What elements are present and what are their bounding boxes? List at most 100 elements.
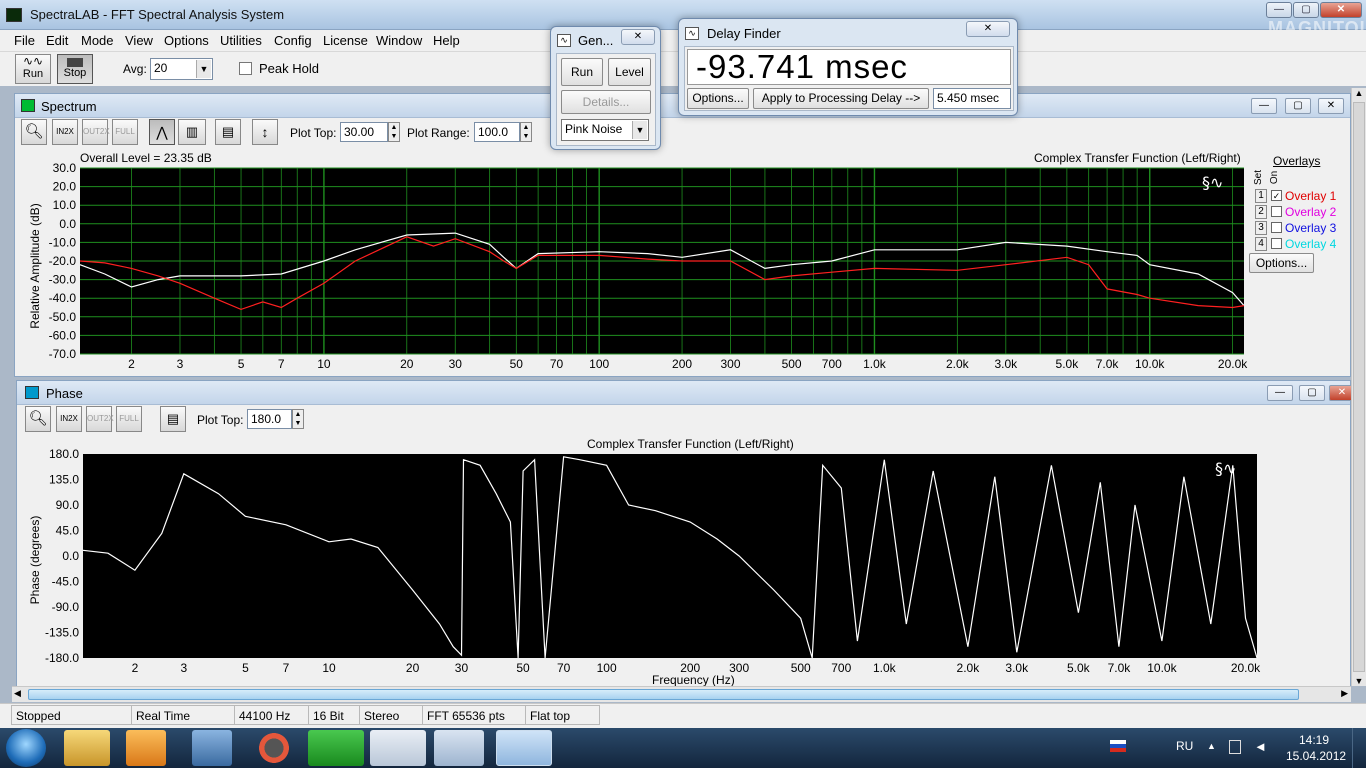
tray-volume-icon[interactable]: ◄ (1254, 739, 1267, 754)
run-button[interactable]: ∿∿ Run (15, 54, 51, 84)
overlay-set-2-button[interactable]: 2 (1255, 205, 1267, 219)
show-desktop-button[interactable] (1352, 728, 1366, 768)
scroll-down-arrow[interactable]: ▼ (1352, 676, 1366, 686)
generator-run-button[interactable]: Run (561, 58, 603, 86)
maximize-button[interactable]: ▢ (1293, 2, 1319, 18)
spectrum-line-plot-button[interactable]: ⋀ (149, 119, 175, 145)
spectrum-minimize-button[interactable]: — (1251, 98, 1277, 114)
menu-window[interactable]: Window (376, 33, 422, 48)
spectrum-zoom-out-full-button[interactable]: FULL (112, 119, 138, 145)
menu-options[interactable]: Options (164, 33, 209, 48)
spectrum-plot-top-spinner[interactable]: ▲ ▼ (388, 122, 400, 142)
stop-label: Stop (63, 67, 87, 79)
taskbar-sync-icon[interactable] (254, 730, 294, 766)
delay-options-button[interactable]: Options... (687, 88, 749, 109)
taskbar-remote-desktop-icon[interactable] (192, 730, 232, 766)
menu-file[interactable]: File (14, 33, 35, 48)
scroll-left-arrow[interactable]: ◀ (14, 688, 21, 699)
clock-time[interactable]: 14:19 (1299, 733, 1329, 747)
russian-flag-icon[interactable] (1110, 740, 1126, 752)
taskbar-mail-agent-icon[interactable] (308, 730, 364, 766)
overlay-set-3-button[interactable]: 3 (1255, 221, 1267, 235)
peak-hold-checkbox[interactable] (239, 62, 252, 75)
generator-details-button[interactable]: Details... (561, 90, 651, 114)
phase-minimize-button[interactable]: — (1267, 385, 1293, 401)
phase-zoom-out-full-button[interactable]: FULL (116, 406, 142, 432)
spectrum-zoom-in-2x-button[interactable]: IN2X (52, 119, 78, 145)
overlay-set-4-button[interactable]: 4 (1255, 237, 1267, 251)
overlay-set-1-button[interactable]: 1 (1255, 189, 1267, 203)
taskbar-explorer-icon[interactable] (64, 730, 110, 766)
status-window-type: Flat top (525, 705, 600, 725)
mdi-vertical-scrollbar[interactable]: ▲ ▼ (1351, 88, 1366, 686)
overlay-1-checkbox[interactable]: ✓ (1271, 190, 1282, 201)
phase-title: Phase (46, 386, 83, 401)
menu-config[interactable]: Config (274, 33, 312, 48)
overlays-options-button[interactable]: Options... (1249, 253, 1314, 273)
phase-x-axis-label: Frequency (Hz) (652, 673, 735, 687)
phase-zoom-in-2x-button[interactable]: IN2X (56, 406, 82, 432)
taskbar-paint-icon[interactable] (434, 730, 484, 766)
phase-plot-top-label: Plot Top: (197, 413, 244, 427)
generator-signal-dropdown-icon[interactable]: ▼ (632, 121, 647, 139)
spectrum-table-button[interactable]: ▤ (215, 119, 241, 145)
start-button[interactable] (6, 729, 46, 767)
spectrum-zoom-out-2x-button[interactable]: OUT2X (82, 119, 110, 145)
spectrum-close-button[interactable]: ✕ (1318, 98, 1344, 114)
stop-button[interactable]: Stop (57, 54, 93, 84)
overlay-4-checkbox[interactable] (1271, 238, 1282, 249)
overlay-3-checkbox[interactable] (1271, 222, 1282, 233)
spectrum-zoom-button[interactable]: 🔍︎ (21, 119, 47, 145)
clock-date[interactable]: 15.04.2012 (1286, 749, 1346, 763)
scroll-up-arrow[interactable]: ▲ (1352, 88, 1366, 98)
generator-level-button[interactable]: Level (608, 58, 651, 86)
spectrum-plot-top-input[interactable]: 30.00 (340, 122, 388, 142)
spectrum-plot-range-spinner[interactable]: ▲ ▼ (520, 122, 532, 142)
taskbar-chrome-icon[interactable] (370, 730, 426, 766)
delay-finder-window: ∿ Delay Finder ✕ -93.741 msec Options...… (678, 18, 1018, 116)
phase-table-button[interactable]: ▤ (160, 406, 186, 432)
overlays-set-header: Set (1253, 169, 1265, 186)
menu-edit[interactable]: Edit (46, 33, 68, 48)
scroll-right-arrow[interactable]: ▶ (1341, 688, 1348, 699)
tray-expand-icon[interactable]: ▲ (1207, 741, 1216, 751)
horizontal-scroll-thumb[interactable] (28, 689, 1299, 700)
phase-plot-top-input[interactable]: 180.0 (247, 409, 292, 429)
overlay-2-checkbox[interactable] (1271, 206, 1282, 217)
delay-finder-title: Delay Finder (707, 26, 781, 41)
avg-dropdown-icon[interactable]: ▼ (196, 60, 211, 78)
phase-plot-top-spinner[interactable]: ▲ ▼ (292, 409, 304, 429)
phase-zoom-out-2x-button[interactable]: OUT2X (86, 406, 114, 432)
mdi-horizontal-scrollbar[interactable]: ◀ ▶ (12, 686, 1351, 702)
spectrum-plot-range-input[interactable]: 100.0 (474, 122, 520, 142)
overlays-heading[interactable]: Overlays (1273, 154, 1320, 168)
spectrum-scale-button[interactable]: ↕ (252, 119, 278, 145)
generator-close-button[interactable]: ✕ (621, 29, 655, 45)
spectrum-chart-title: Complex Transfer Function (Left/Right) (1034, 151, 1241, 165)
tray-network-icon[interactable] (1229, 740, 1241, 754)
peak-hold-label: Peak Hold (259, 61, 319, 76)
menu-utilities[interactable]: Utilities (220, 33, 262, 48)
phase-window-icon (25, 386, 39, 399)
close-button[interactable]: ✕ (1320, 2, 1362, 18)
overlay-3-label: Overlay 3 (1285, 221, 1337, 235)
menu-view[interactable]: View (125, 33, 153, 48)
minimize-button[interactable]: — (1266, 2, 1292, 18)
menu-help[interactable]: Help (433, 33, 460, 48)
taskbar-media-player-icon[interactable] (126, 730, 166, 766)
phase-zoom-button[interactable]: 🔍︎ (25, 406, 51, 432)
spectrum-maximize-button[interactable]: ▢ (1285, 98, 1311, 114)
generator-window: ∿ Gen... ✕ Run Level Details... Pink Noi… (550, 26, 661, 150)
apply-processing-delay-button[interactable]: Apply to Processing Delay --> (753, 88, 929, 109)
spectrum-window: Spectrum — ▢ ✕ 🔍︎ IN2X OUT2X FULL ⋀ ▥ ▤ … (14, 93, 1351, 377)
spectrum-bar-plot-button[interactable]: ▥ (178, 119, 206, 145)
input-language[interactable]: RU (1176, 739, 1193, 753)
taskbar-spectralab-icon[interactable] (496, 730, 552, 766)
generator-icon: ∿ (557, 34, 571, 47)
phase-maximize-button[interactable]: ▢ (1299, 385, 1325, 401)
mdi-vertical-scroll-thumb[interactable] (1353, 102, 1365, 672)
menu-license[interactable]: License (323, 33, 368, 48)
processing-delay-field[interactable]: 5.450 msec (933, 88, 1011, 109)
menu-mode[interactable]: Mode (81, 33, 114, 48)
delay-finder-close-button[interactable]: ✕ (966, 21, 1010, 37)
